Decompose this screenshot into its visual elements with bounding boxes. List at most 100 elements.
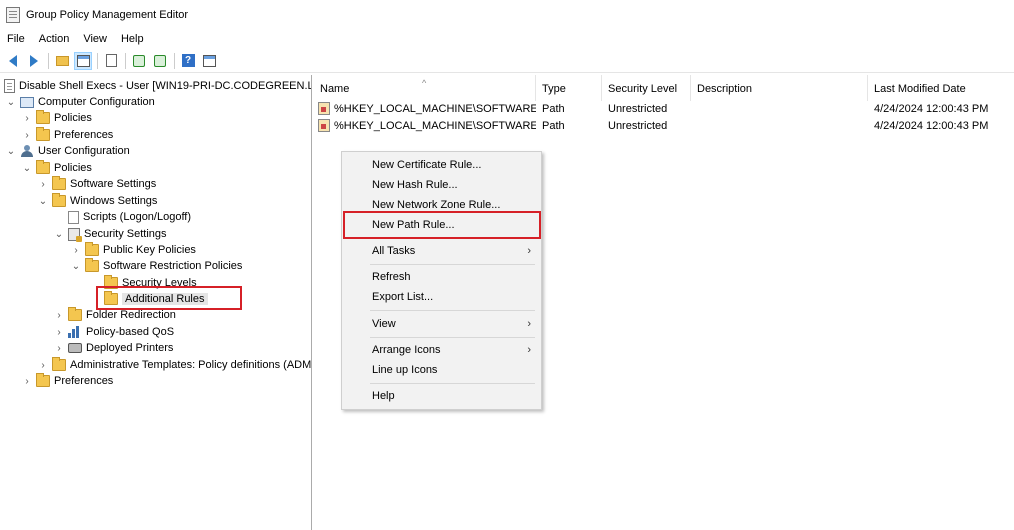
tree-label: Deployed Printers: [86, 342, 174, 354]
column-header-last-modified[interactable]: Last Modified Date: [868, 75, 1014, 101]
column-header-security-level[interactable]: Security Level: [602, 75, 691, 101]
security-settings-icon: [68, 227, 82, 242]
chevron-down-icon[interactable]: ⌄: [22, 160, 32, 176]
path-rule-icon: [318, 119, 330, 132]
refresh-icon[interactable]: [130, 52, 148, 70]
menu-separator: [370, 383, 535, 384]
menu-item-line-up-icons[interactable]: Line up Icons: [342, 360, 541, 380]
gpme-app-icon: [6, 7, 20, 23]
tree-item-security-settings[interactable]: ⌄ Security Settings: [54, 226, 167, 242]
chevron-down-icon[interactable]: ⌄: [71, 258, 81, 274]
printer-icon: [68, 343, 82, 353]
up-folder-icon[interactable]: [53, 52, 71, 70]
menu-item-export-list[interactable]: Export List...: [342, 287, 541, 307]
menu-item-arrange-icons[interactable]: Arrange Icons ›: [342, 340, 541, 360]
column-header-type[interactable]: Type: [536, 75, 602, 101]
chevron-right-icon[interactable]: ›: [54, 324, 64, 340]
tree-label: Policies: [54, 112, 92, 124]
policy-icon: [4, 79, 15, 93]
console-tree: Disable Shell Execs - User [WIN19-PRI-DC…: [0, 75, 312, 530]
menu-item-refresh[interactable]: Refresh: [342, 267, 541, 287]
show-hide-tree-icon[interactable]: [74, 51, 92, 70]
tree-label: Scripts (Logon/Logoff): [83, 211, 192, 223]
menu-item-help[interactable]: Help: [342, 386, 541, 406]
tree-label: Administrative Templates: Policy definit…: [70, 359, 312, 371]
menu-item-view[interactable]: View ›: [342, 314, 541, 334]
tree-label: Policy-based QoS: [86, 326, 175, 338]
tree-item-deployed-printers[interactable]: › Deployed Printers: [54, 340, 173, 356]
tree-item-software-restriction-policies[interactable]: ⌄ Software Restriction Policies: [71, 258, 242, 274]
properties-icon[interactable]: [102, 52, 120, 70]
folder-icon: [85, 242, 99, 256]
menu-item-new-hash-rule[interactable]: New Hash Rule...: [342, 175, 541, 195]
menu-item-all-tasks[interactable]: All Tasks ›: [342, 241, 541, 261]
tree-label: User Configuration: [38, 145, 130, 157]
toolbar: ?: [0, 49, 1014, 73]
tree-label: Public Key Policies: [103, 244, 196, 256]
chevron-right-icon[interactable]: ›: [54, 340, 64, 356]
submenu-arrow-icon: ›: [527, 245, 531, 257]
chevron-right-icon[interactable]: ›: [71, 242, 81, 258]
tree-item-policy-based-qos[interactable]: › Policy-based QoS: [54, 324, 174, 340]
chevron-right-icon[interactable]: ›: [38, 357, 48, 373]
path-rule-icon: [318, 102, 330, 115]
table-row[interactable]: %HKEY_LOCAL_MACHINE\SOFTWARE\... Path Un…: [314, 100, 1008, 117]
tree-item-public-key-policies[interactable]: › Public Key Policies: [71, 242, 196, 258]
menu-bar: File Action View Help: [0, 30, 1014, 48]
chevron-right-icon[interactable]: ›: [54, 307, 64, 323]
menu-item-label: View: [372, 318, 396, 330]
tree-item-administrative-templates[interactable]: › Administrative Templates: Policy defin…: [38, 357, 312, 373]
user-icon: [20, 145, 34, 157]
folder-icon: [36, 160, 50, 174]
toolbar-separator: [125, 52, 126, 69]
context-menu: New Certificate Rule... New Hash Rule...…: [341, 151, 542, 410]
help-icon[interactable]: ?: [179, 52, 197, 70]
back-icon[interactable]: [4, 52, 22, 70]
tree-item-windows-settings[interactable]: ⌄ Windows Settings: [38, 193, 157, 209]
folder-icon: [36, 127, 50, 141]
export-icon[interactable]: [151, 52, 169, 70]
cell-name: %HKEY_LOCAL_MACHINE\SOFTWARE\...: [334, 102, 536, 115]
folder-icon: [52, 357, 66, 371]
console-icon[interactable]: [200, 52, 218, 70]
chevron-down-icon[interactable]: ⌄: [6, 94, 16, 110]
tree-label: Policies: [54, 162, 92, 174]
tree-item-user-configuration[interactable]: ⌄ User Configuration: [6, 143, 130, 159]
tree-item-scripts[interactable]: Scripts (Logon/Logoff): [68, 209, 191, 225]
tree-label: Computer Configuration: [38, 96, 155, 108]
tree-item-folder-redirection[interactable]: › Folder Redirection: [54, 307, 176, 323]
computer-icon: [20, 96, 34, 108]
chevron-right-icon[interactable]: ›: [22, 110, 32, 126]
column-header-description[interactable]: Description: [691, 75, 868, 101]
forward-icon[interactable]: [25, 52, 43, 70]
tree-label: Disable Shell Execs - User [WIN19-PRI-DC…: [19, 80, 312, 92]
cell-type: Path: [542, 119, 565, 132]
chevron-down-icon[interactable]: ⌄: [38, 193, 48, 209]
chevron-right-icon[interactable]: ›: [22, 127, 32, 143]
tree-item-cc-preferences[interactable]: › Preferences: [22, 127, 113, 143]
cell-modified: 4/24/2024 12:00:43 PM: [874, 119, 989, 132]
script-icon: [68, 210, 79, 224]
menu-help[interactable]: Help: [114, 30, 151, 48]
folder-icon: [36, 110, 50, 124]
tree-item-uc-policies[interactable]: ⌄ Policies: [22, 160, 92, 176]
tree-label: Windows Settings: [70, 195, 158, 207]
tree-item-cc-policies[interactable]: › Policies: [22, 110, 92, 126]
menu-action[interactable]: Action: [32, 30, 77, 48]
column-header-name[interactable]: ^ Name: [314, 75, 536, 101]
tree-item-computer-configuration[interactable]: ⌄ Computer Configuration: [6, 94, 155, 110]
chevron-down-icon[interactable]: ⌄: [54, 226, 64, 242]
table-row[interactable]: %HKEY_LOCAL_MACHINE\SOFTWARE\... Path Un…: [314, 117, 1008, 134]
menu-view[interactable]: View: [76, 30, 114, 48]
cell-security-level: Unrestricted: [608, 119, 668, 132]
menu-file[interactable]: File: [0, 30, 32, 48]
chevron-down-icon[interactable]: ⌄: [6, 143, 16, 159]
menu-item-new-certificate-rule[interactable]: New Certificate Rule...: [342, 155, 541, 175]
chevron-right-icon[interactable]: ›: [22, 373, 32, 389]
tree-item-software-settings[interactable]: › Software Settings: [38, 176, 156, 192]
folder-icon: [68, 307, 82, 321]
chevron-right-icon[interactable]: ›: [38, 176, 48, 192]
tree-item-uc-preferences[interactable]: › Preferences: [22, 373, 113, 389]
tree-item-root[interactable]: Disable Shell Execs - User [WIN19-PRI-DC…: [4, 78, 312, 94]
folder-icon: [52, 193, 66, 207]
